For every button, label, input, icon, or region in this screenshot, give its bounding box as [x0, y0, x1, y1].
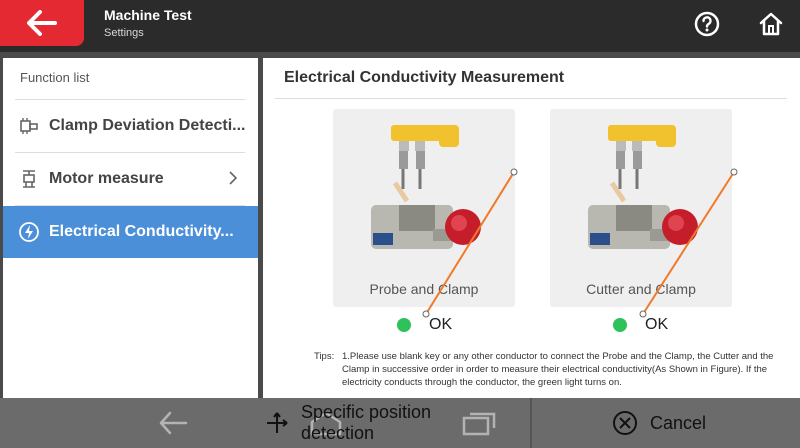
tips-body: 1.Please use blank key or any other cond… — [342, 351, 774, 388]
function-list-header: Function list — [20, 70, 90, 85]
tips-label: Tips: — [314, 351, 335, 362]
back-button[interactable] — [0, 0, 84, 46]
status-probe-and-clamp: OK — [397, 316, 452, 334]
motor-icon — [18, 168, 40, 190]
question-circle-icon — [694, 11, 720, 37]
page-title: Machine Test — [104, 7, 192, 23]
cancel-icon — [613, 411, 637, 435]
function-item-electrical-conductivity[interactable]: Electrical Conductivity... — [3, 206, 258, 258]
home-button[interactable] — [755, 8, 787, 40]
home-icon — [759, 12, 783, 36]
top-bar: Machine Test Settings — [0, 0, 800, 52]
status-light-icon — [397, 318, 411, 332]
figure-caption: Cutter and Clamp — [586, 281, 696, 297]
lightning-icon — [18, 221, 40, 243]
machine-illustration — [371, 125, 481, 249]
function-item-label: Motor measure — [49, 170, 164, 187]
status-cutter-and-clamp: OK — [613, 316, 668, 334]
function-item-motor-measure[interactable]: Motor measure — [3, 153, 258, 205]
figure-caption: Probe and Clamp — [369, 281, 479, 297]
status-text: OK — [429, 316, 453, 333]
function-item-clamp-deviation[interactable]: Clamp Deviation Detecti... — [3, 100, 258, 152]
divider — [530, 398, 532, 448]
function-item-label: Electrical Conductivity... — [49, 223, 234, 240]
machine-illustration — [588, 125, 698, 249]
figure-cutter-and-clamp: Cutter and Clamp — [550, 109, 732, 307]
function-list-panel: Function list Clamp Deviation Detecti...… — [3, 58, 258, 398]
chevron-right-icon — [228, 169, 238, 192]
function-item-label: Clamp Deviation Detecti... — [49, 117, 246, 134]
tips-text: Tips: 1.Please use blank key or any othe… — [314, 350, 794, 389]
bottom-bar: Specific position detection Cancel — [0, 398, 800, 448]
figure-probe-and-clamp: Probe and Clamp — [333, 109, 515, 307]
status-text: OK — [645, 316, 669, 333]
section-title: Electrical Conductivity Measurement — [284, 69, 565, 86]
content-panel: Electrical Conductivity Measurement Prob… — [263, 58, 800, 398]
arrow-left-icon — [27, 10, 57, 36]
specific-position-detection-button[interactable]: Specific position detection — [265, 398, 501, 448]
specific-position-label: Specific position detection — [301, 402, 432, 443]
help-button[interactable] — [691, 8, 723, 40]
page-subtitle: Settings — [104, 27, 144, 39]
clamp-icon — [18, 115, 40, 137]
cancel-label: Cancel — [650, 412, 707, 433]
divider — [275, 98, 787, 99]
status-light-icon — [613, 318, 627, 332]
move-arrows-icon — [267, 412, 288, 433]
nav-back-icon[interactable] — [158, 410, 188, 436]
cancel-button[interactable]: Cancel — [612, 398, 706, 448]
